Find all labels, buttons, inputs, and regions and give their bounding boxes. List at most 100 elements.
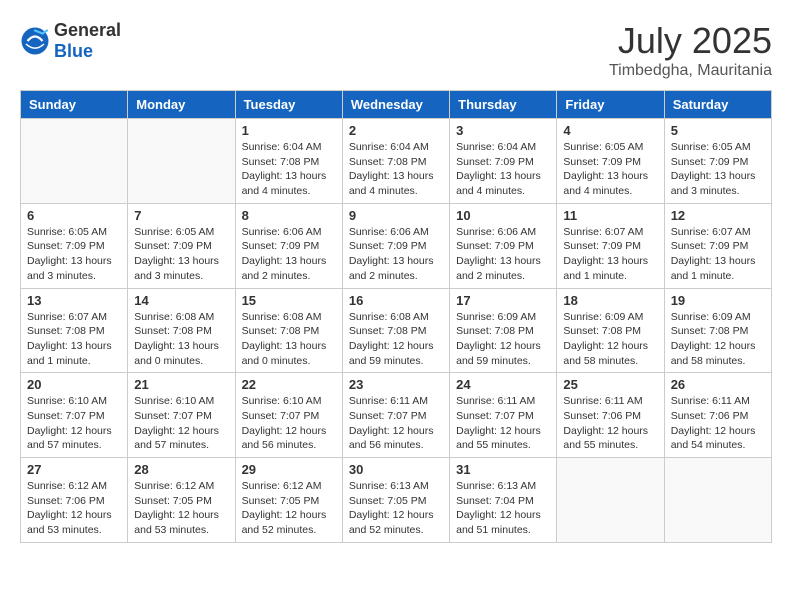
calendar-cell: 21 Sunrise: 6:10 AM Sunset: 7:07 PM Dayli… (128, 373, 235, 458)
day-info: Sunrise: 6:07 AM Sunset: 7:09 PM Dayligh… (671, 225, 765, 284)
month-title: July 2025 (609, 20, 772, 62)
day-info: Sunrise: 6:08 AM Sunset: 7:08 PM Dayligh… (349, 310, 443, 369)
day-info: Sunrise: 6:06 AM Sunset: 7:09 PM Dayligh… (456, 225, 550, 284)
day-number: 13 (27, 293, 121, 308)
calendar-cell: 3 Sunrise: 6:04 AM Sunset: 7:09 PM Daylig… (450, 119, 557, 204)
day-number: 25 (563, 377, 657, 392)
day-number: 14 (134, 293, 228, 308)
weekday-header-sunday: Sunday (21, 91, 128, 119)
logo-icon (20, 26, 50, 56)
weekday-header-saturday: Saturday (664, 91, 771, 119)
day-info: Sunrise: 6:13 AM Sunset: 7:04 PM Dayligh… (456, 479, 550, 538)
calendar-cell: 19 Sunrise: 6:09 AM Sunset: 7:08 PM Dayli… (664, 288, 771, 373)
calendar-cell: 11 Sunrise: 6:07 AM Sunset: 7:09 PM Dayli… (557, 203, 664, 288)
calendar-cell: 5 Sunrise: 6:05 AM Sunset: 7:09 PM Daylig… (664, 119, 771, 204)
calendar-cell (128, 119, 235, 204)
day-number: 9 (349, 208, 443, 223)
calendar-cell (21, 119, 128, 204)
day-number: 6 (27, 208, 121, 223)
day-info: Sunrise: 6:05 AM Sunset: 7:09 PM Dayligh… (563, 140, 657, 199)
day-info: Sunrise: 6:07 AM Sunset: 7:09 PM Dayligh… (563, 225, 657, 284)
day-number: 18 (563, 293, 657, 308)
calendar-week-4: 27 Sunrise: 6:12 AM Sunset: 7:06 PM Dayli… (21, 458, 772, 543)
calendar-cell (557, 458, 664, 543)
calendar-cell: 31 Sunrise: 6:13 AM Sunset: 7:04 PM Dayli… (450, 458, 557, 543)
weekday-header-friday: Friday (557, 91, 664, 119)
day-info: Sunrise: 6:12 AM Sunset: 7:06 PM Dayligh… (27, 479, 121, 538)
day-info: Sunrise: 6:12 AM Sunset: 7:05 PM Dayligh… (134, 479, 228, 538)
day-number: 16 (349, 293, 443, 308)
day-info: Sunrise: 6:05 AM Sunset: 7:09 PM Dayligh… (671, 140, 765, 199)
calendar-cell: 8 Sunrise: 6:06 AM Sunset: 7:09 PM Daylig… (235, 203, 342, 288)
day-number: 8 (242, 208, 336, 223)
day-info: Sunrise: 6:04 AM Sunset: 7:08 PM Dayligh… (242, 140, 336, 199)
logo-general: General (54, 20, 121, 40)
day-info: Sunrise: 6:05 AM Sunset: 7:09 PM Dayligh… (27, 225, 121, 284)
calendar-cell: 9 Sunrise: 6:06 AM Sunset: 7:09 PM Daylig… (342, 203, 449, 288)
day-info: Sunrise: 6:04 AM Sunset: 7:08 PM Dayligh… (349, 140, 443, 199)
day-number: 5 (671, 123, 765, 138)
day-info: Sunrise: 6:05 AM Sunset: 7:09 PM Dayligh… (134, 225, 228, 284)
day-number: 15 (242, 293, 336, 308)
day-info: Sunrise: 6:06 AM Sunset: 7:09 PM Dayligh… (242, 225, 336, 284)
calendar-cell: 18 Sunrise: 6:09 AM Sunset: 7:08 PM Dayli… (557, 288, 664, 373)
calendar-cell: 13Sunrise: 6:07 AM Sunset: 7:08 PM Dayli… (21, 288, 128, 373)
calendar-cell: 27 Sunrise: 6:12 AM Sunset: 7:06 PM Dayli… (21, 458, 128, 543)
calendar-cell: 17Sunrise: 6:09 AM Sunset: 7:08 PM Dayli… (450, 288, 557, 373)
calendar-cell: 12Sunrise: 6:07 AM Sunset: 7:09 PM Dayli… (664, 203, 771, 288)
calendar-cell (664, 458, 771, 543)
weekday-header-tuesday: Tuesday (235, 91, 342, 119)
day-number: 31 (456, 462, 550, 477)
calendar-cell: 20 Sunrise: 6:10 AM Sunset: 7:07 PM Dayli… (21, 373, 128, 458)
day-info: Sunrise: 6:09 AM Sunset: 7:08 PM Dayligh… (671, 310, 765, 369)
calendar-body: 1Sunrise: 6:04 AM Sunset: 7:08 PM Daylig… (21, 119, 772, 543)
calendar-cell: 23Sunrise: 6:11 AM Sunset: 7:07 PM Dayli… (342, 373, 449, 458)
calendar-table: SundayMondayTuesdayWednesdayThursdayFrid… (20, 90, 772, 543)
calendar-cell: 24Sunrise: 6:11 AM Sunset: 7:07 PM Dayli… (450, 373, 557, 458)
calendar-cell: 6 Sunrise: 6:05 AM Sunset: 7:09 PM Daylig… (21, 203, 128, 288)
day-number: 24 (456, 377, 550, 392)
weekday-header-monday: Monday (128, 91, 235, 119)
calendar-cell: 16 Sunrise: 6:08 AM Sunset: 7:08 PM Dayli… (342, 288, 449, 373)
logo-blue: Blue (54, 41, 93, 61)
calendar-cell: 10Sunrise: 6:06 AM Sunset: 7:09 PM Dayli… (450, 203, 557, 288)
logo: General Blue (20, 20, 121, 62)
day-info: Sunrise: 6:06 AM Sunset: 7:09 PM Dayligh… (349, 225, 443, 284)
day-info: Sunrise: 6:08 AM Sunset: 7:08 PM Dayligh… (242, 310, 336, 369)
calendar-header-row: SundayMondayTuesdayWednesdayThursdayFrid… (21, 91, 772, 119)
day-info: Sunrise: 6:10 AM Sunset: 7:07 PM Dayligh… (134, 394, 228, 453)
calendar-cell: 29Sunrise: 6:12 AM Sunset: 7:05 PM Dayli… (235, 458, 342, 543)
day-info: Sunrise: 6:12 AM Sunset: 7:05 PM Dayligh… (242, 479, 336, 538)
title-area: July 2025 Timbedgha, Mauritania (609, 20, 772, 80)
day-number: 7 (134, 208, 228, 223)
calendar-week-3: 20 Sunrise: 6:10 AM Sunset: 7:07 PM Dayli… (21, 373, 772, 458)
calendar-week-0: 1Sunrise: 6:04 AM Sunset: 7:08 PM Daylig… (21, 119, 772, 204)
day-info: Sunrise: 6:08 AM Sunset: 7:08 PM Dayligh… (134, 310, 228, 369)
day-number: 21 (134, 377, 228, 392)
day-info: Sunrise: 6:11 AM Sunset: 7:06 PM Dayligh… (563, 394, 657, 453)
day-info: Sunrise: 6:11 AM Sunset: 7:06 PM Dayligh… (671, 394, 765, 453)
calendar-cell: 4 Sunrise: 6:05 AM Sunset: 7:09 PM Daylig… (557, 119, 664, 204)
day-info: Sunrise: 6:09 AM Sunset: 7:08 PM Dayligh… (563, 310, 657, 369)
day-number: 3 (456, 123, 550, 138)
calendar-week-1: 6 Sunrise: 6:05 AM Sunset: 7:09 PM Daylig… (21, 203, 772, 288)
day-number: 11 (563, 208, 657, 223)
day-number: 27 (27, 462, 121, 477)
day-info: Sunrise: 6:04 AM Sunset: 7:09 PM Dayligh… (456, 140, 550, 199)
location-title: Timbedgha, Mauritania (609, 62, 772, 80)
calendar-cell: 28 Sunrise: 6:12 AM Sunset: 7:05 PM Dayli… (128, 458, 235, 543)
weekday-header-thursday: Thursday (450, 91, 557, 119)
calendar-cell: 25 Sunrise: 6:11 AM Sunset: 7:06 PM Dayli… (557, 373, 664, 458)
calendar-cell: 1Sunrise: 6:04 AM Sunset: 7:08 PM Daylig… (235, 119, 342, 204)
calendar-cell: 15 Sunrise: 6:08 AM Sunset: 7:08 PM Dayli… (235, 288, 342, 373)
day-number: 17 (456, 293, 550, 308)
day-info: Sunrise: 6:10 AM Sunset: 7:07 PM Dayligh… (27, 394, 121, 453)
day-number: 30 (349, 462, 443, 477)
calendar-cell: 26Sunrise: 6:11 AM Sunset: 7:06 PM Dayli… (664, 373, 771, 458)
day-info: Sunrise: 6:10 AM Sunset: 7:07 PM Dayligh… (242, 394, 336, 453)
day-number: 19 (671, 293, 765, 308)
day-number: 28 (134, 462, 228, 477)
day-number: 4 (563, 123, 657, 138)
logo-text: General Blue (54, 20, 121, 62)
day-number: 20 (27, 377, 121, 392)
